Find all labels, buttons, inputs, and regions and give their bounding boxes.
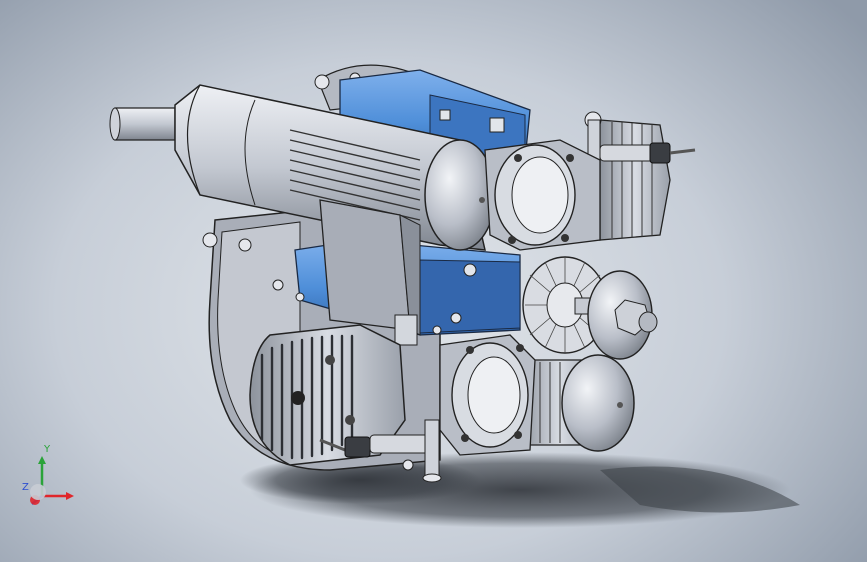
intake-ring-upper[interactable]: [484, 139, 601, 251]
cylinder-upper-right[interactable]: [599, 119, 671, 241]
intake-ring-lower[interactable]: [439, 334, 536, 456]
z-axis-label: Z: [22, 482, 29, 493]
graphics-viewport[interactable]: Y Z: [0, 0, 867, 562]
engine-model-scene[interactable]: [0, 0, 867, 562]
cylinder-lower-right[interactable]: [519, 354, 635, 452]
y-axis-label: Y: [43, 444, 51, 455]
coordinate-triad: Y Z: [22, 444, 74, 505]
propeller-hub[interactable]: [522, 256, 658, 360]
